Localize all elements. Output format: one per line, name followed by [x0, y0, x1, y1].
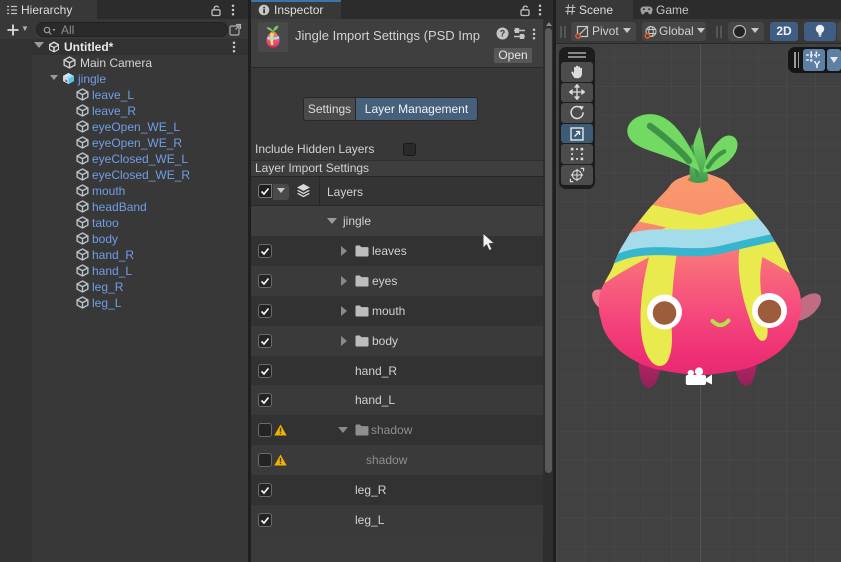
svg-text:?: ?	[500, 29, 506, 39]
svg-text:Y: Y	[813, 59, 820, 69]
